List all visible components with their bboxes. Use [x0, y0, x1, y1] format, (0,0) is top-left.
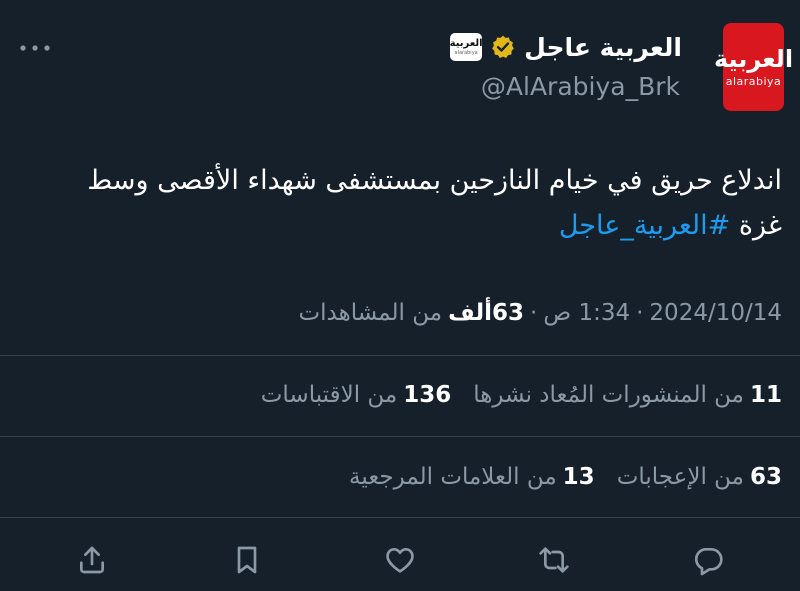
heart-icon[interactable] [382, 542, 418, 578]
affiliate-logo-text: العربية [450, 37, 483, 49]
hashtag-link[interactable]: #العربية_عاجل [559, 210, 730, 241]
author-name-row: العربية عاجل العربية alarabiya [450, 30, 682, 64]
bookmarks-stat[interactable]: 13 من العلامات المرجعية [349, 464, 595, 490]
divider [0, 436, 800, 437]
views-label: من المشاهدات [298, 300, 443, 326]
meta-separator: · [530, 300, 538, 326]
affiliate-badge-icon[interactable]: العربية alarabiya [450, 33, 483, 61]
bookmarks-count: 13 [562, 464, 595, 490]
tweet-text: اندلاع حريق في خيام النازحين بمستشفى شهد… [62, 158, 782, 248]
avatar-logo-subtext: alarabiya [725, 74, 782, 88]
likes-stat[interactable]: 63 من الإعجابات [617, 464, 782, 490]
avatar[interactable]: العربية alarabiya [714, 23, 793, 111]
repost-icon[interactable] [536, 542, 572, 578]
reposts-count: 11 [749, 382, 782, 408]
divider [0, 355, 800, 356]
stats-row-likes-bookmarks: 63 من الإعجابات 13 من العلامات المرجعية [327, 464, 782, 490]
quotes-label: من الاقتباسات [260, 382, 398, 408]
bookmark-icon[interactable] [229, 542, 265, 578]
tweet-meta: 2024/10/14 · 1:34 ص · 63ألف من المشاهدات [298, 300, 782, 326]
bookmarks-label: من العلامات المرجعية [349, 464, 557, 490]
reposts-label: من المنشورات المُعاد نشرها [473, 382, 744, 408]
action-bar [0, 536, 800, 584]
author-handle[interactable]: @AlArabiya_Brk [481, 72, 680, 101]
verified-badge-icon[interactable] [490, 34, 516, 60]
quotes-count: 136 [403, 382, 452, 408]
reply-icon[interactable] [690, 542, 726, 578]
tweet-detail-page: العربية alarabiya العربية عاجل العربية a… [0, 0, 800, 591]
views-count: 63ألف [448, 300, 525, 326]
reposts-stat[interactable]: 11 من المنشورات المُعاد نشرها [473, 382, 782, 408]
tweet-time[interactable]: 1:34 ص [543, 300, 630, 326]
display-name[interactable]: العربية عاجل [524, 33, 682, 62]
more-horizontal-icon[interactable] [18, 34, 52, 62]
stats-row-reposts-quotes: 11 من المنشورات المُعاد نشرها 136 من الا… [239, 382, 782, 408]
meta-separator: · [636, 300, 644, 326]
likes-count: 63 [749, 464, 782, 490]
tweet-date[interactable]: 2024/10/14 [649, 300, 782, 326]
quotes-stat[interactable]: 136 من الاقتباسات [261, 382, 451, 408]
share-icon[interactable] [74, 542, 110, 578]
avatar-logo-text: العربية [713, 44, 794, 73]
divider [0, 517, 800, 518]
likes-label: من الإعجابات [616, 464, 744, 490]
affiliate-logo-subtext: alarabiya [454, 49, 478, 56]
